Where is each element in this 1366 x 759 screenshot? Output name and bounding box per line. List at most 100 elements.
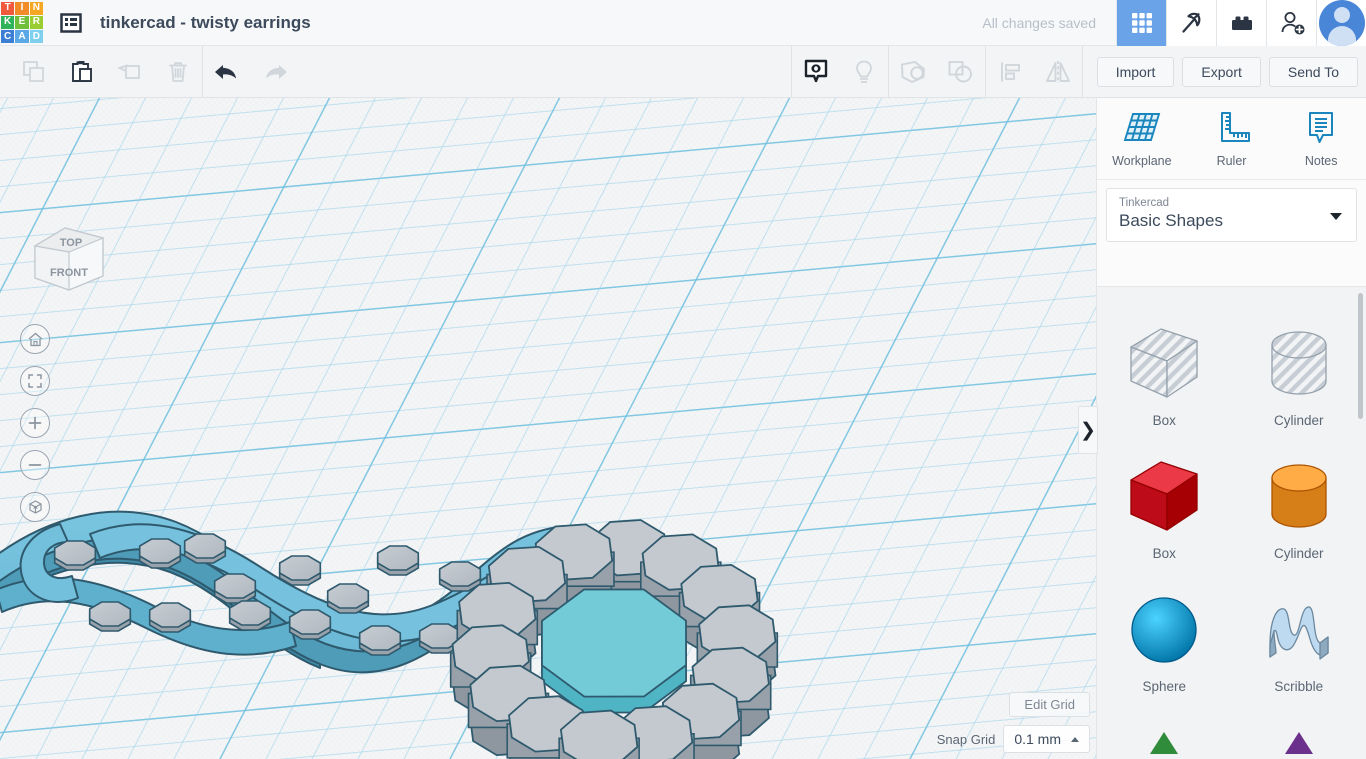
minus-icon (28, 464, 42, 466)
shapes-scroll-area[interactable]: Box Cylinder Box Cylinder Sphere Scribble (1097, 286, 1366, 759)
shape-box-solid[interactable]: Box (1097, 444, 1232, 575)
avatar-image (1318, 0, 1365, 46)
notes-bubble-icon (1309, 112, 1334, 143)
home-icon (28, 332, 42, 346)
app-header: TINKERCAD tinkercad - twisty earrings Al… (0, 0, 1366, 46)
snap-grid-value: 0.1 mm (1014, 731, 1061, 747)
tinkercad-app: TINKERCAD tinkercad - twisty earrings Al… (0, 0, 1366, 759)
snap-grid-label: Snap Grid (936, 731, 996, 747)
mirror-icon[interactable] (1034, 46, 1082, 98)
shapes-grid: Box Cylinder Box Cylinder Sphere Scribble (1097, 287, 1366, 759)
apps-grid-icon[interactable] (1116, 0, 1166, 46)
logo-cell-a: A (15, 30, 29, 44)
shape-scribble[interactable]: Scribble (1232, 577, 1366, 708)
shape-cylinder-solid-icon (1271, 464, 1327, 528)
document-title: tinkercad - twisty earrings (100, 12, 311, 32)
lego-brick-icon[interactable] (1216, 0, 1266, 46)
shape-label: Scribble (1274, 679, 1324, 694)
logo-cell-n: N (29, 1, 43, 15)
3d-viewport[interactable]: TOP FRONT Edit Grid Snap Grid 0.1 mm (0, 98, 1096, 759)
workplane-grid (0, 98, 1096, 759)
shape-cylinder-hole-icon (1271, 331, 1327, 395)
shape-library-dropdown-wrap: Tinkercad Basic Shapes (1097, 180, 1366, 242)
shape-box-solid-icon (1130, 461, 1198, 531)
send-to-button[interactable]: Send To (1268, 56, 1358, 87)
snap-grid-control: Snap Grid 0.1 mm (937, 725, 1090, 753)
shapes-scrollbar[interactable] (1358, 293, 1363, 419)
shape-scribble-icon (1269, 606, 1329, 660)
shape-sphere[interactable]: Sphere (1097, 577, 1232, 708)
undo-icon[interactable] (203, 46, 251, 98)
shape-label: Cylinder (1273, 546, 1324, 561)
caret-up-icon (1071, 736, 1079, 742)
shape-pyramid-purple[interactable] (1232, 710, 1366, 759)
zoom-in-button[interactable] (20, 408, 50, 438)
shape-library-dropdown[interactable]: Tinkercad Basic Shapes (1106, 188, 1357, 242)
logo-cell-t: T (1, 1, 15, 15)
viewport-nav-controls (20, 324, 50, 534)
lightbulb-icon[interactable] (840, 46, 888, 98)
shape-pyramid-purple-icon (1284, 732, 1313, 754)
logo-cell-i: I (15, 1, 29, 15)
panel-collapse-handle[interactable]: ❯ (1078, 406, 1098, 454)
logo-cell-r: R (29, 15, 43, 30)
home-view-button[interactable] (20, 324, 50, 354)
shape-cylinder-hole[interactable]: Cylinder (1232, 311, 1366, 442)
workplane-grid-icon (1123, 113, 1161, 141)
workplane-tool-label: Workplane (1112, 154, 1172, 168)
view-cube[interactable]: TOP FRONT (25, 216, 111, 296)
ungroup-icon[interactable] (937, 46, 985, 98)
logo-cell-k: K (1, 15, 15, 30)
plus-icon (28, 416, 42, 430)
chevron-down-icon (1330, 213, 1342, 220)
shape-label: Cylinder (1273, 413, 1324, 428)
align-icon[interactable] (986, 46, 1034, 98)
dropdown-superlabel: Tinkercad (1119, 197, 1170, 209)
zoom-out-button[interactable] (20, 450, 50, 480)
pickaxe-icon[interactable] (1166, 0, 1216, 46)
tinkercad-logo[interactable]: TINKERCAD (0, 1, 44, 45)
shape-roof-green[interactable] (1097, 710, 1232, 759)
show-hide-icon[interactable] (792, 46, 840, 98)
import-button[interactable]: Import (1096, 56, 1175, 87)
workplane-tool[interactable]: Workplane (1097, 108, 1187, 179)
header-right-group: All changes saved (982, 0, 1366, 46)
right-panel: Workplane Ruler Notes Tinkercad Basic Sh… (1096, 98, 1366, 759)
shape-box-hole-icon (1130, 328, 1198, 398)
ruler-icon (1220, 112, 1250, 142)
notes-tool[interactable]: Notes (1276, 108, 1366, 179)
notes-tool-label: Notes (1304, 154, 1338, 168)
perspective-toggle-button[interactable] (20, 492, 50, 522)
group-icon[interactable] (889, 46, 937, 98)
fit-brackets-icon (28, 374, 42, 388)
redo-icon[interactable] (251, 46, 299, 98)
panel-tool-row: Workplane Ruler Notes (1097, 98, 1366, 180)
export-button[interactable]: Export (1182, 56, 1261, 87)
cube-ortho-icon (28, 499, 42, 514)
shape-box-hole[interactable]: Box (1097, 311, 1232, 442)
viewcube-top-label: TOP (60, 237, 82, 249)
shape-cylinder-solid[interactable]: Cylinder (1232, 444, 1366, 575)
shape-roof-green-icon (1150, 732, 1179, 754)
list-menu-icon[interactable] (58, 10, 84, 36)
toolbar-divider (1081, 45, 1083, 98)
shape-label: Sphere (1142, 679, 1187, 694)
shape-label: Box (1152, 546, 1176, 561)
duplicate-icon[interactable] (106, 46, 154, 98)
viewcube-front-label: FRONT (50, 267, 88, 279)
add-person-icon[interactable] (1266, 0, 1316, 46)
ruler-tool-label: Ruler (1216, 154, 1247, 168)
logo-cell-c: C (1, 30, 15, 44)
snap-grid-select[interactable]: 0.1 mm (1003, 725, 1090, 753)
fit-to-view-button[interactable] (20, 366, 50, 396)
logo-cell-e: E (15, 15, 29, 30)
edit-grid-button[interactable]: Edit Grid (1009, 692, 1090, 717)
paste-icon[interactable] (58, 46, 106, 98)
user-avatar[interactable] (1316, 0, 1366, 46)
save-status: All changes saved (982, 14, 1096, 31)
copy-icon[interactable] (10, 46, 58, 98)
dropdown-value: Basic Shapes (1119, 211, 1223, 230)
ruler-tool[interactable]: Ruler (1187, 108, 1277, 179)
delete-icon[interactable] (154, 46, 202, 98)
shape-label: Box (1152, 413, 1176, 428)
